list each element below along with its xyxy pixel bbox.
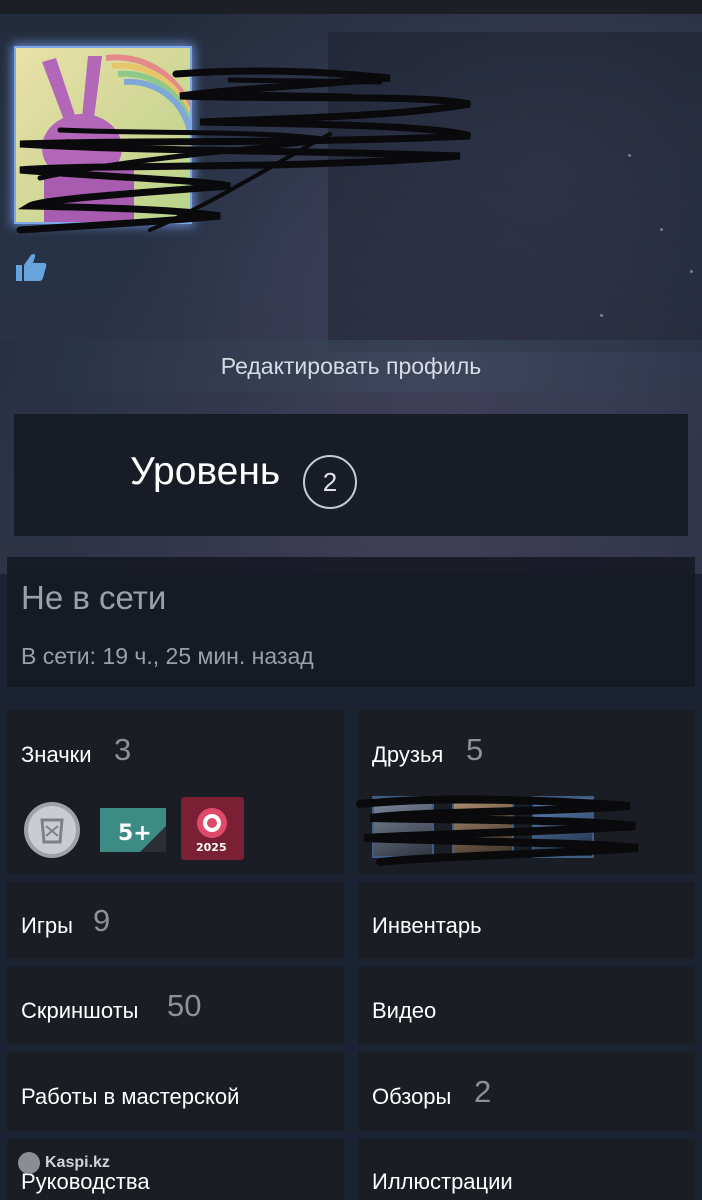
edit-profile-label: Редактировать профиль <box>220 352 482 379</box>
avatar[interactable] <box>14 46 192 224</box>
status-panel: Не в сети В сети: 19 ч., 25 мин. назад <box>7 557 695 687</box>
steam-replay-badge-icon[interactable]: 2025 <box>181 797 244 860</box>
tile-artwork-label: Иллюстрации <box>372 1169 513 1194</box>
tile-screenshots[interactable]: Скриншоты 50 <box>7 967 344 1044</box>
tile-games-count: 9 <box>93 903 111 938</box>
tile-badges-count: 3 <box>114 732 132 767</box>
background-sparkle <box>628 154 631 157</box>
tile-games[interactable]: Игры 9 <box>7 882 344 959</box>
tile-reviews-count: 2 <box>474 1074 492 1109</box>
silver-coin-badge-icon[interactable] <box>22 800 82 860</box>
top-bar <box>0 0 702 14</box>
tile-friends-count: 5 <box>466 732 484 767</box>
tile-artwork[interactable]: Иллюстрации <box>358 1139 695 1200</box>
tile-reviews-label: Обзоры <box>372 1084 452 1109</box>
tile-games-label: Игры <box>21 913 73 938</box>
friend-avatar[interactable] <box>372 796 434 858</box>
level-badge: 2 <box>303 455 357 509</box>
edit-profile-button[interactable]: Редактировать профиль <box>0 340 702 392</box>
watermark-text: Kaspi.kz <box>45 1154 110 1171</box>
avatar-image <box>42 54 190 222</box>
background-panel <box>328 32 702 352</box>
status-text: Не в сети <box>21 579 167 616</box>
replay-badge-year: 2025 <box>196 841 227 854</box>
tile-inventory-label: Инвентарь <box>372 913 482 938</box>
tile-screenshots-count: 50 <box>167 988 202 1023</box>
tile-reviews[interactable]: Обзоры 2 <box>358 1052 695 1131</box>
tile-badges-label: Значки <box>21 742 92 767</box>
watermark: Kaspi.kz <box>18 1152 110 1174</box>
tile-friends-label: Друзья <box>372 742 444 767</box>
background-sparkle <box>690 270 693 273</box>
last-online-text: В сети: 19 ч., 25 мин. назад <box>21 643 314 669</box>
level-label: Уровень <box>130 450 281 493</box>
friend-avatar[interactable] <box>452 796 514 858</box>
friend-avatar[interactable] <box>532 796 594 858</box>
tile-workshop-label: Работы в мастерской <box>21 1084 240 1109</box>
tile-inventory[interactable]: Инвентарь <box>358 882 695 959</box>
tile-workshop[interactable]: Работы в мастерской <box>7 1052 344 1131</box>
thumbs-up-icon[interactable] <box>14 252 48 282</box>
years-badge-text: 5+ <box>118 821 152 846</box>
tile-screenshots-label: Скриншоты <box>21 998 139 1023</box>
tile-videos-label: Видео <box>372 998 437 1023</box>
background-sparkle <box>660 228 663 231</box>
kaspi-logo-icon <box>18 1152 40 1174</box>
tile-videos[interactable]: Видео <box>358 967 695 1044</box>
background-sparkle <box>600 314 603 317</box>
years-of-service-badge-icon[interactable]: 5+ <box>100 806 166 854</box>
